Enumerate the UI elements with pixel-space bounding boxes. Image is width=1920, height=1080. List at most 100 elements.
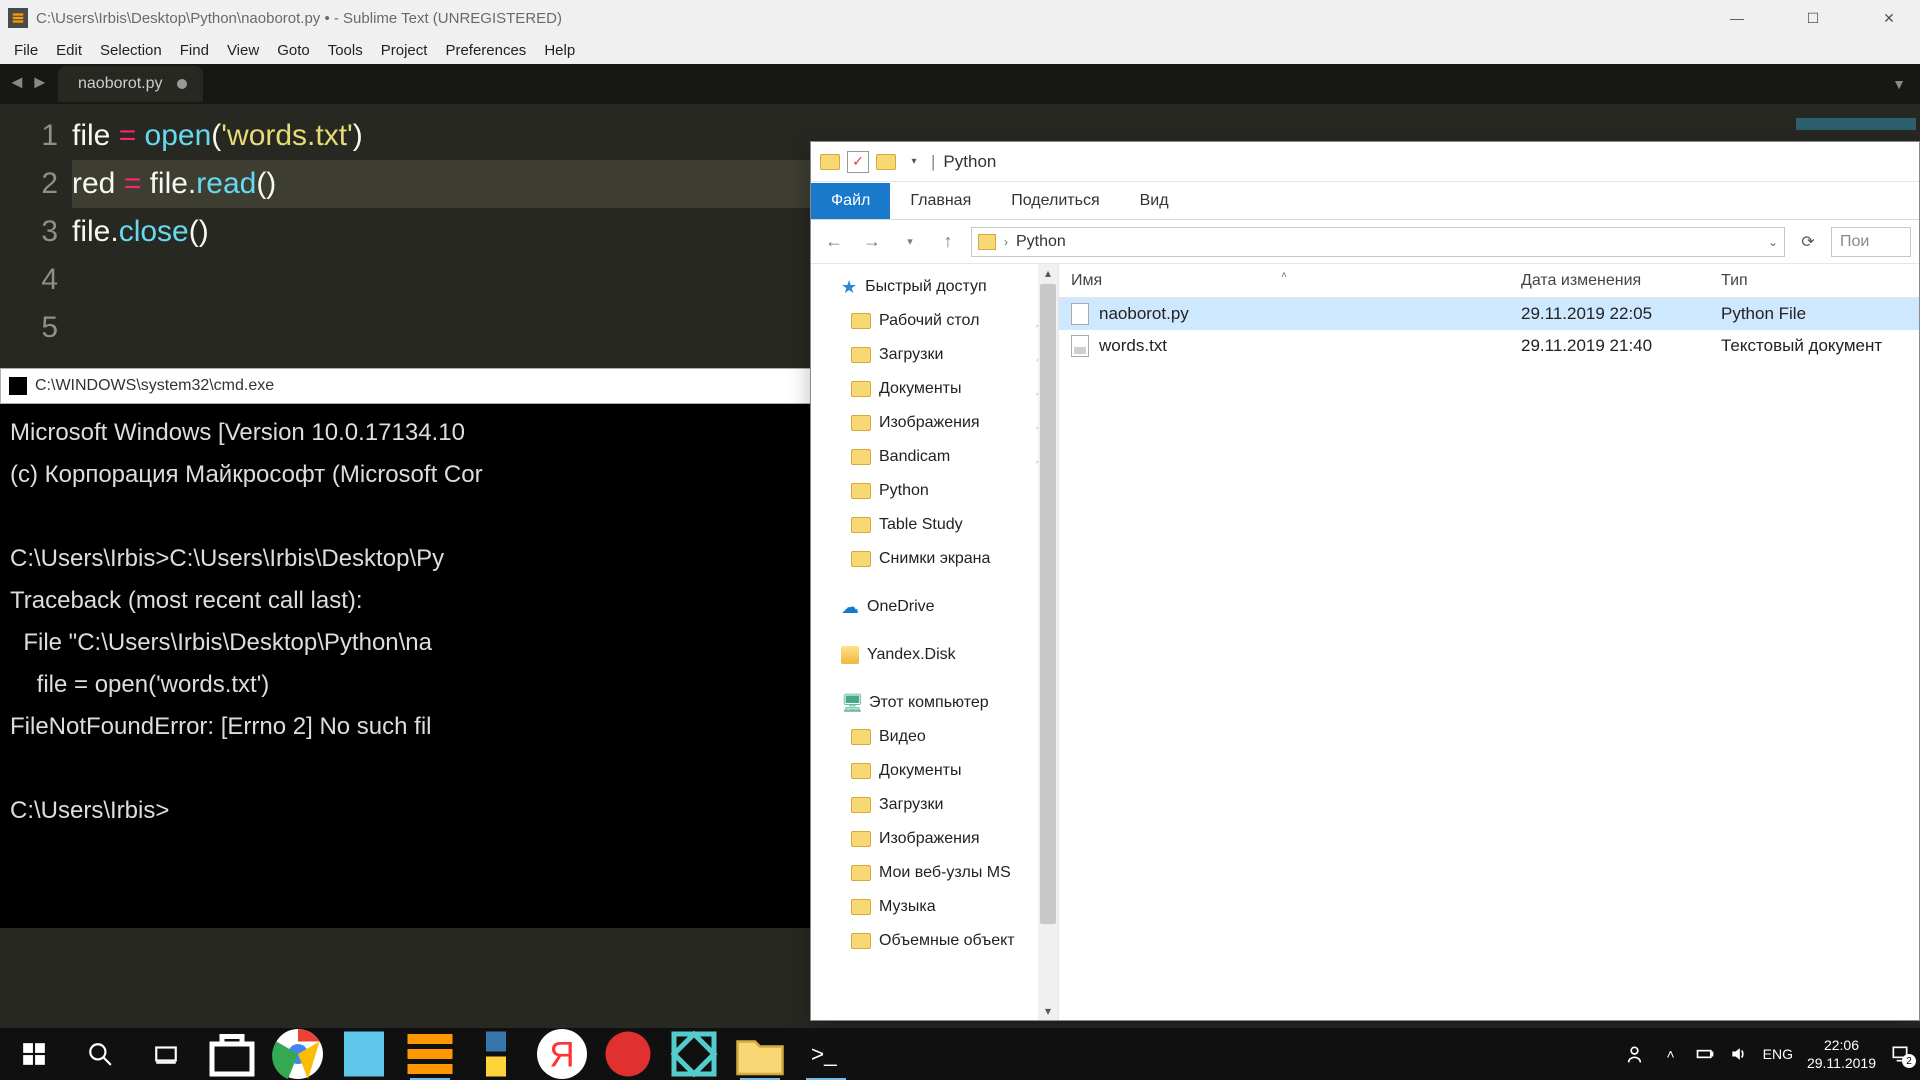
cmd-window[interactable]: C:\WINDOWS\system32\cmd.exe Microsoft Wi… <box>0 368 820 928</box>
menu-project[interactable]: Project <box>373 39 436 62</box>
menu-selection[interactable]: Selection <box>92 39 170 62</box>
taskbar-app-yandex[interactable]: Я <box>532 1028 592 1080</box>
chevron-down-icon[interactable]: ⌄ <box>1768 235 1778 249</box>
nav-scrollbar[interactable]: ▴ ▾ <box>1038 264 1058 1020</box>
menu-tools[interactable]: Tools <box>320 39 371 62</box>
close-button[interactable]: ✕ <box>1866 10 1912 27</box>
minimap[interactable] <box>1796 118 1916 130</box>
checkbox-icon[interactable]: ✓ <box>847 151 869 173</box>
tab-overflow-icon[interactable]: ▼ <box>1892 76 1906 92</box>
dropdown-icon[interactable]: ▾ <box>903 151 925 173</box>
tab-label: naoborot.py <box>78 75 163 93</box>
taskbar-app-notepad[interactable] <box>334 1028 394 1080</box>
taskbar-app-python-idle[interactable] <box>466 1028 526 1080</box>
nav-item[interactable]: Python <box>811 474 1058 508</box>
start-button[interactable] <box>4 1028 64 1080</box>
nav-item[interactable]: Документы📌 <box>811 372 1058 406</box>
tab-nav-arrows[interactable]: ◄ ► <box>8 72 49 93</box>
scroll-thumb[interactable] <box>1040 284 1056 924</box>
menu-file[interactable]: File <box>6 39 46 62</box>
ribbon-tab-home[interactable]: Главная <box>890 183 991 219</box>
file-row[interactable]: naoborot.py29.11.2019 22:05Python File <box>1059 298 1919 330</box>
pc-icon: 🖥 <box>841 693 861 714</box>
cmd-body[interactable]: Microsoft Windows [Version 10.0.17134.10… <box>0 404 820 840</box>
nav-this-pc[interactable]: 🖥Этот компьютер <box>811 686 1058 720</box>
maximize-button[interactable]: ☐ <box>1790 10 1836 27</box>
people-icon[interactable] <box>1627 1044 1647 1064</box>
volume-icon[interactable] <box>1729 1044 1749 1064</box>
taskbar-app-explorer[interactable] <box>730 1028 790 1080</box>
ribbon-tab-share[interactable]: Поделиться <box>991 183 1119 219</box>
battery-icon[interactable] <box>1695 1044 1715 1064</box>
sublime-titlebar[interactable]: C:\Users\Irbis\Desktop\Python\naoborot.p… <box>0 0 1920 36</box>
navigation-pane[interactable]: ★Быстрый доступ Рабочий стол📌Загрузки📌До… <box>811 264 1059 1020</box>
taskbar-app-generic[interactable] <box>664 1028 724 1080</box>
refresh-button[interactable]: ⟳ <box>1793 227 1823 257</box>
nav-item[interactable]: Изображения📌 <box>811 406 1058 440</box>
nav-item[interactable]: Загрузки <box>811 788 1058 822</box>
cmd-line: FileNotFoundError: [Errno 2] No such fil <box>10 713 432 740</box>
explorer-titlebar[interactable]: ✓ ▾ | Python <box>811 142 1919 182</box>
folder-icon <box>851 483 871 499</box>
address-bar[interactable]: › Python ⌄ <box>971 227 1785 257</box>
folder-icon <box>851 551 871 567</box>
taskbar-app-cmd[interactable]: >_ <box>796 1028 856 1080</box>
nav-item[interactable]: Загрузки📌 <box>811 338 1058 372</box>
menu-view[interactable]: View <box>219 39 267 62</box>
nav-item[interactable]: Видео <box>811 720 1058 754</box>
menu-edit[interactable]: Edit <box>48 39 90 62</box>
task-view-button[interactable] <box>136 1028 196 1080</box>
explorer-window[interactable]: ✓ ▾ | Python Файл Главная Поделиться Вид… <box>810 141 1920 1021</box>
search-input[interactable]: Пои <box>1831 227 1911 257</box>
ribbon-tab-view[interactable]: Вид <box>1120 183 1189 219</box>
search-button[interactable] <box>70 1028 130 1080</box>
ribbon-tab-file[interactable]: Файл <box>811 183 890 219</box>
nav-quick-access[interactable]: ★Быстрый доступ <box>811 270 1058 304</box>
file-list-area: Имя˄ Дата изменения Тип naoborot.py29.11… <box>1059 264 1919 1020</box>
column-name[interactable]: Имя˄ <box>1059 272 1509 290</box>
file-icon <box>1071 335 1089 357</box>
clock[interactable]: 22:06 29.11.2019 <box>1807 1036 1876 1072</box>
nav-recent-dropdown[interactable]: ▾ <box>895 227 925 257</box>
tray-overflow-icon[interactable]: ˄ <box>1661 1044 1681 1064</box>
nav-forward-button[interactable]: → <box>857 227 887 257</box>
cloud-icon: ☁ <box>841 597 859 618</box>
taskbar-app-chrome[interactable] <box>268 1028 328 1080</box>
nav-item[interactable]: Объемные объект <box>811 924 1058 958</box>
language-indicator[interactable]: ENG <box>1763 1046 1793 1062</box>
nav-back-button[interactable]: ← <box>819 227 849 257</box>
nav-item[interactable]: Изображения <box>811 822 1058 856</box>
nav-onedrive[interactable]: ☁OneDrive <box>811 590 1058 624</box>
cmd-line: file = open('words.txt') <box>10 671 269 698</box>
column-date[interactable]: Дата изменения <box>1509 272 1709 290</box>
nav-item[interactable]: Мои веб-узлы MS <box>811 856 1058 890</box>
nav-up-button[interactable]: ↑ <box>933 227 963 257</box>
nav-item[interactable]: Снимки экрана <box>811 542 1058 576</box>
nav-item[interactable]: Table Study <box>811 508 1058 542</box>
nav-item[interactable]: Документы <box>811 754 1058 788</box>
file-row[interactable]: words.txt29.11.2019 21:40Текстовый докум… <box>1059 330 1919 362</box>
nav-item[interactable]: Рабочий стол📌 <box>811 304 1058 338</box>
nav-item[interactable]: Музыка <box>811 890 1058 924</box>
nav-item[interactable]: Bandicam📌 <box>811 440 1058 474</box>
file-list-header[interactable]: Имя˄ Дата изменения Тип <box>1059 264 1919 298</box>
nav-yandex-disk[interactable]: Yandex.Disk <box>811 638 1058 672</box>
line-gutter: 1 2 3 4 5 <box>0 104 72 354</box>
column-type[interactable]: Тип <box>1709 272 1919 290</box>
menu-help[interactable]: Help <box>536 39 583 62</box>
tab-naoborot[interactable]: naoborot.py <box>58 66 203 102</box>
menu-preferences[interactable]: Preferences <box>437 39 534 62</box>
cmd-titlebar[interactable]: C:\WINDOWS\system32\cmd.exe <box>0 368 820 404</box>
minimize-button[interactable]: — <box>1714 10 1760 27</box>
folder-icon <box>851 865 871 881</box>
menu-find[interactable]: Find <box>172 39 217 62</box>
notification-center-icon[interactable]: 2 <box>1890 1044 1910 1064</box>
taskbar-app-record[interactable] <box>598 1028 658 1080</box>
clock-date: 29.11.2019 <box>1807 1054 1876 1072</box>
menu-goto[interactable]: Goto <box>269 39 318 62</box>
scroll-down-icon[interactable]: ▾ <box>1038 1004 1058 1018</box>
taskbar-app-sublime[interactable] <box>400 1028 460 1080</box>
scroll-up-icon[interactable]: ▴ <box>1038 266 1058 280</box>
breadcrumb[interactable]: Python <box>1016 233 1066 251</box>
taskbar-app-store[interactable] <box>202 1028 262 1080</box>
